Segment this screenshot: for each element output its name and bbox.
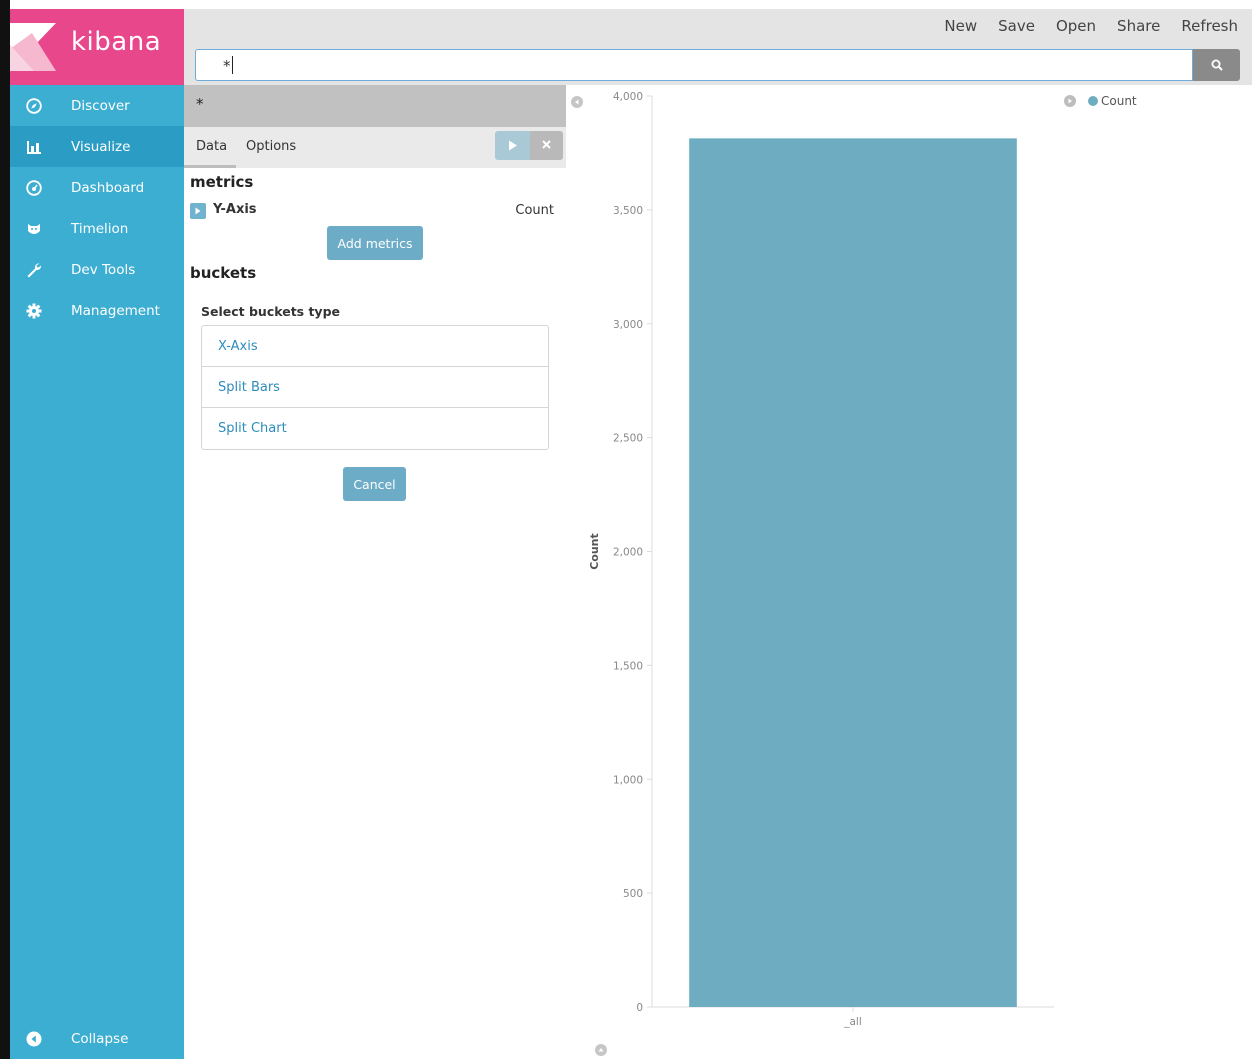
y-tick-label: 1,000 <box>613 774 643 786</box>
y-axis-label: Y-Axis <box>213 202 257 217</box>
expand-toggle-icon[interactable] <box>190 203 206 219</box>
compass-icon <box>25 97 43 115</box>
collapse-bottom-icon[interactable] <box>595 1044 607 1056</box>
y-tick-label: 2,500 <box>613 433 643 445</box>
y-axis-ticks: 0 500 1,000 1,500 2,000 2,500 3,000 3,500 4,000 <box>613 91 652 1014</box>
bar-chart-icon <box>25 138 43 156</box>
wrench-icon <box>25 261 43 279</box>
save-button[interactable]: Save <box>998 17 1035 35</box>
new-button[interactable]: New <box>944 17 977 35</box>
discard-changes-button[interactable] <box>530 131 563 160</box>
search-button[interactable] <box>1193 49 1240 81</box>
sidebar-item-dev-tools[interactable]: Dev Tools <box>10 249 184 290</box>
window-edge <box>0 0 10 1059</box>
open-button[interactable]: Open <box>1056 17 1096 35</box>
chart-legend: Count <box>1064 94 1137 108</box>
timelion-icon <box>25 220 43 238</box>
tab-options[interactable]: Options <box>246 139 296 154</box>
y-tick-label: 3,500 <box>613 205 643 217</box>
kibana-logo[interactable]: kibana <box>10 9 184 85</box>
index-pattern-title: * <box>184 85 566 127</box>
bar-all[interactable] <box>689 138 1017 1007</box>
buckets-type-list: X-Axis Split Bars Split Chart <box>201 325 549 450</box>
editor-tabs: Data Options <box>184 127 566 168</box>
kibana-logo-icon <box>10 23 56 71</box>
y-tick-label: 500 <box>623 888 643 900</box>
sidebar-item-label: Dev Tools <box>71 261 136 278</box>
play-icon <box>508 136 518 155</box>
y-axis-aggregation: Count <box>515 203 554 218</box>
y-tick-label: 3,000 <box>613 319 643 331</box>
sidebar-item-label: Visualize <box>71 138 131 155</box>
sidebar-item-label: Discover <box>71 97 130 114</box>
sidebar-item-discover[interactable]: Discover <box>10 85 184 126</box>
collapse-button[interactable]: Collapse <box>10 1019 184 1059</box>
dashboard-icon <box>25 179 43 197</box>
visualization-area: Count 0 500 1,000 1,500 2,000 2,500 3,000 3,500… <box>566 85 1252 1059</box>
sidebar-nav: Discover Visualize Dashboard Timelion De… <box>10 85 184 331</box>
apply-changes-button[interactable] <box>495 131 530 160</box>
y-axis-metric-row[interactable]: Y-Axis Count <box>190 202 556 222</box>
gear-icon <box>25 302 43 320</box>
sidebar-item-label: Dashboard <box>71 179 145 196</box>
collapse-editor-icon[interactable] <box>571 96 583 108</box>
vis-editor-sidebar: * Data Options metrics Y-Axis Count Add … <box>184 85 566 1059</box>
bucket-option-x-axis[interactable]: X-Axis <box>202 326 548 367</box>
collapse-icon <box>25 1030 43 1048</box>
text-caret <box>231 56 233 74</box>
sidebar-item-management[interactable]: Management <box>10 290 184 331</box>
refresh-button[interactable]: Refresh <box>1181 17 1238 35</box>
sidebar-item-label: Management <box>71 302 160 319</box>
close-icon <box>542 138 551 153</box>
metrics-section-title: metrics <box>190 173 254 191</box>
collapse-label: Collapse <box>71 1031 129 1047</box>
bucket-option-split-chart[interactable]: Split Chart <box>202 408 548 449</box>
tab-data[interactable]: Data <box>196 139 227 154</box>
sidebar-item-visualize[interactable]: Visualize <box>10 126 184 167</box>
sidebar-item-timelion[interactable]: Timelion <box>10 208 184 249</box>
y-tick-label: 0 <box>636 1002 643 1014</box>
legend-label[interactable]: Count <box>1101 94 1137 108</box>
sidebar-item-dashboard[interactable]: Dashboard <box>10 167 184 208</box>
share-button[interactable]: Share <box>1117 17 1160 35</box>
cancel-button[interactable]: Cancel <box>343 467 406 501</box>
x-tick-label: _all <box>843 1016 862 1028</box>
x-axis-ticks: _all <box>843 1007 862 1028</box>
buckets-section-title: buckets <box>190 264 257 282</box>
search-input[interactable]: * <box>195 49 1193 81</box>
bucket-option-split-bars[interactable]: Split Bars <box>202 367 548 408</box>
select-buckets-type-label: Select buckets type <box>201 304 341 319</box>
y-tick-label: 2,000 <box>613 547 643 559</box>
y-tick-label: 4,000 <box>613 91 643 103</box>
sidebar-item-label: Timelion <box>71 220 129 237</box>
top-nav: New Save Open Share Refresh <box>923 17 1238 35</box>
tab-data-active-indicator <box>184 165 236 168</box>
sidebar: kibana Discover Visualize Dashboard Time… <box>10 9 184 1059</box>
top-bar: New Save Open Share Refresh * <box>184 9 1252 85</box>
bar-chart: 05001,0001,5002,0002,5003,0003,5004,000 … <box>588 91 1054 1028</box>
logo-text: kibana <box>71 27 162 57</box>
y-axis-title: Count <box>588 533 601 570</box>
legend-color-dot <box>1088 96 1098 106</box>
chart-bars <box>689 138 1017 1007</box>
search-icon <box>1211 56 1223 75</box>
y-tick-label: 1,500 <box>613 660 643 672</box>
search-query: * <box>223 57 231 75</box>
add-metrics-button[interactable]: Add metrics <box>327 226 423 260</box>
legend-toggle-icon[interactable] <box>1064 95 1076 107</box>
